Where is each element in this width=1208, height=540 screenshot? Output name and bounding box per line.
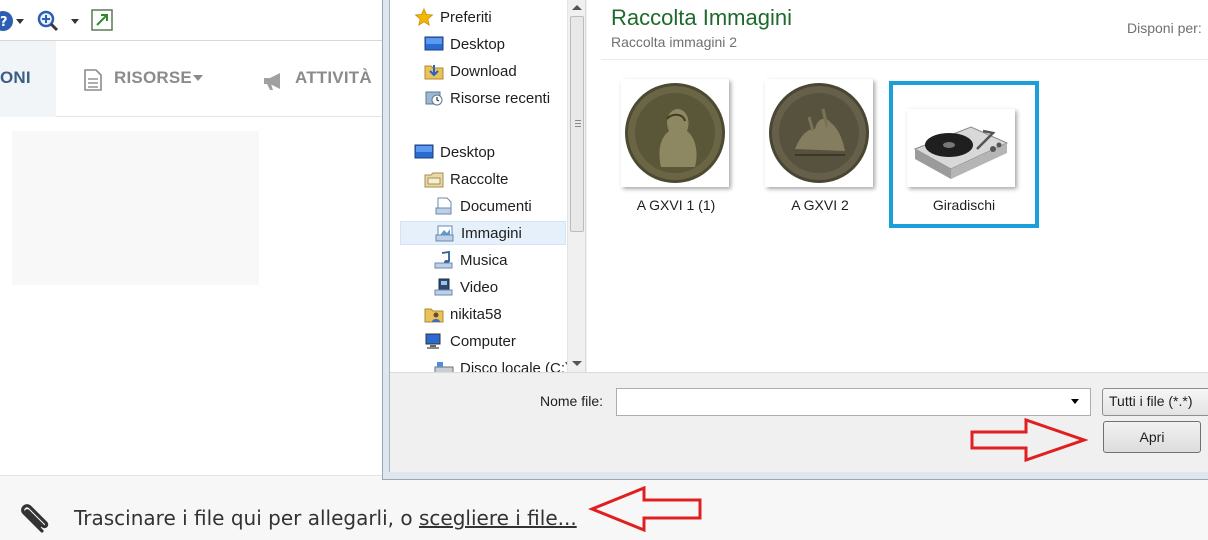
file-name: Giradischi [932, 197, 996, 213]
tree-item-raccolte[interactable]: Raccolte [424, 167, 508, 191]
filename-input[interactable] [616, 388, 1091, 416]
libraries-icon [424, 170, 444, 188]
paperclip-icon [12, 501, 52, 540]
document-icon [84, 69, 102, 95]
tree-item-label: Risorse recenti [450, 89, 551, 107]
svg-text:?: ? [0, 15, 8, 30]
file-name: A GXVI 2 [791, 197, 849, 213]
computer-icon [424, 332, 444, 350]
download-folder-icon [424, 62, 444, 80]
grip-line [575, 126, 581, 127]
file-item-selected[interactable]: Giradischi [889, 81, 1039, 228]
tree-item-label: Immagini [461, 224, 522, 242]
library-subtitle: Raccolta immagini 2 [611, 34, 738, 50]
file-item[interactable]: A GXVI 2 [745, 79, 895, 224]
browser-toolbar: ? [0, 0, 385, 41]
tree-item-computer[interactable]: Computer [424, 329, 516, 353]
megaphone-icon [262, 71, 286, 95]
tree-item-documenti[interactable]: Documenti [434, 194, 532, 218]
documents-icon [434, 197, 454, 215]
tree-item-label: Musica [460, 251, 508, 269]
expand-window-icon[interactable] [91, 9, 113, 35]
tree-item-musica[interactable]: Musica [434, 248, 508, 272]
nav-pane-scrollbar[interactable] [567, 0, 585, 372]
desktop-icon [414, 143, 434, 161]
tree-item-label: nikita58 [450, 305, 502, 323]
library-title: Raccolta Immagini [611, 5, 792, 30]
tree-item-desktop[interactable]: Desktop [414, 140, 495, 164]
choose-files-link[interactable]: scegliere i file... [419, 506, 577, 530]
dialog-bottom-bar: Nome file: Tutti i file (*.*) Apri [390, 372, 1208, 472]
content-placeholder [12, 131, 259, 285]
content-divider [601, 59, 1208, 60]
file-type-select[interactable]: Tutti i file (*.*) [1102, 388, 1208, 416]
navigation-pane: Preferiti Desktop Download Risorse recen… [390, 0, 586, 372]
file-item[interactable]: A GXVI 1 (1) [601, 79, 751, 224]
tree-item-label: Computer [450, 332, 516, 350]
video-icon [434, 278, 454, 296]
tree-item-desktop-fav[interactable]: Desktop [424, 32, 505, 56]
desktop-icon [424, 35, 444, 53]
coin-reverse-thumbnail [765, 79, 873, 187]
drop-text: Trascinare i file qui per allegarli, o [74, 506, 419, 530]
open-button[interactable]: Apri [1103, 421, 1201, 453]
scroll-down-icon[interactable] [572, 361, 582, 366]
tree-item-immagini[interactable]: Immagini [400, 221, 566, 245]
tree-item-label: Desktop [450, 35, 506, 53]
tree-item-disco-locale[interactable]: Disco locale (C:) [434, 356, 570, 372]
nav-item-risorse[interactable]: RISORSE [114, 68, 192, 88]
tree-item-label: Download [450, 62, 517, 80]
grip-line [575, 123, 581, 124]
caret-down-icon [193, 75, 203, 81]
tree-item-label: Desktop [440, 143, 496, 161]
scroll-up-icon[interactable] [572, 5, 582, 10]
turntable-thumbnail [907, 109, 1015, 187]
zoom-icon[interactable] [36, 9, 82, 37]
site-navigation: ONI RISORSE ATTIVITÀ [0, 41, 385, 117]
tree-item-label: Disco locale (C:) [460, 359, 571, 373]
drive-icon [434, 359, 454, 372]
star-icon [414, 7, 434, 26]
filename-label: Nome file: [540, 393, 604, 409]
arrange-by-label[interactable]: Disponi per: [1127, 20, 1202, 36]
tree-item-video[interactable]: Video [434, 275, 498, 299]
tree-item-label: Video [460, 278, 499, 296]
grip-line [575, 120, 581, 121]
tree-item-risorse-recenti[interactable]: Risorse recenti [424, 86, 550, 110]
music-icon [434, 250, 454, 269]
nav-item-oni[interactable]: ONI [0, 68, 31, 88]
recent-places-icon [424, 89, 444, 107]
file-name: A GXVI 1 (1) [636, 197, 716, 213]
tree-item-nikita58[interactable]: nikita58 [424, 302, 502, 326]
pictures-icon [435, 224, 455, 242]
scroll-thumb[interactable] [570, 16, 584, 232]
user-folder-icon [424, 305, 444, 323]
tree-item-preferiti[interactable]: Preferiti [414, 5, 492, 29]
tree-item-label: Preferiti [440, 8, 492, 26]
drop-instructions: Trascinare i file qui per allegarli, o s… [74, 506, 577, 530]
open-file-dialog: Preferiti Desktop Download Risorse recen… [382, 0, 1208, 480]
coin-portrait-thumbnail [621, 79, 729, 187]
tree-item-download[interactable]: Download [424, 59, 517, 83]
tree-item-label: Documenti [460, 197, 532, 215]
attachment-drop-zone[interactable]: Trascinare i file qui per allegarli, o s… [0, 475, 1208, 540]
tree-item-label: Raccolte [450, 170, 509, 188]
help-icon[interactable]: ? [0, 9, 26, 37]
nav-item-attivita[interactable]: ATTIVITÀ [295, 68, 372, 88]
dialog-body: Preferiti Desktop Download Risorse recen… [389, 0, 1208, 472]
file-view: Raccolta Immagini Raccolta immagini 2 Di… [587, 0, 1208, 372]
